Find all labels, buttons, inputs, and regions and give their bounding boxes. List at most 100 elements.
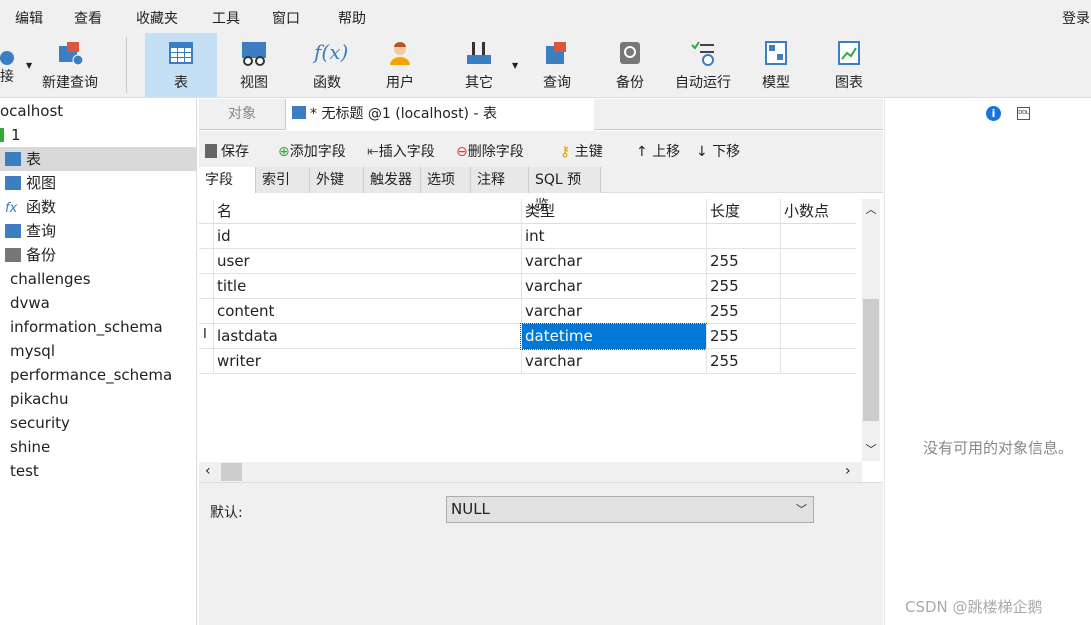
ddl-icon[interactable]: DDL: [1017, 107, 1030, 120]
tree-item[interactable]: 查询: [0, 219, 197, 243]
toolbar-model[interactable]: 模型: [740, 33, 812, 97]
column-name-header[interactable]: 名: [213, 199, 521, 224]
tab-2[interactable]: 外键: [310, 167, 364, 193]
cell[interactable]: [780, 349, 856, 374]
tab-4[interactable]: 选项: [421, 167, 471, 193]
cell[interactable]: varchar: [521, 249, 706, 274]
tree-item[interactable]: information_schema: [0, 315, 197, 339]
tab-6[interactable]: SQL 预览: [529, 167, 601, 214]
cell[interactable]: [780, 274, 856, 299]
scroll-left-icon[interactable]: ‹: [205, 463, 211, 479]
info-panel: i DDL 没有可用的对象信息。 CSDN @跳楼梯企鹅: [884, 99, 1091, 625]
tree-item[interactable]: 视图: [0, 171, 197, 195]
arrow-down-icon: ↓: [696, 144, 708, 160]
scroll-down-icon[interactable]: ﹀: [862, 441, 880, 457]
cell[interactable]: id: [213, 224, 521, 249]
table-row[interactable]: lastdata datetime 255 I: [199, 323, 856, 350]
cell[interactable]: datetime: [520, 323, 707, 350]
tree-item[interactable]: mysql: [0, 339, 197, 363]
cell[interactable]: 255: [706, 249, 780, 274]
tree-item[interactable]: pikachu: [0, 387, 197, 411]
cell[interactable]: varchar: [521, 274, 706, 299]
table-row[interactable]: content varchar 255: [199, 299, 856, 324]
cell[interactable]: [780, 249, 856, 274]
tree-item[interactable]: performance_schema: [0, 363, 197, 387]
cell[interactable]: user: [213, 249, 521, 274]
move-up-button[interactable]: ↑ 上移: [636, 141, 680, 161]
tree-item[interactable]: dvwa: [0, 291, 197, 315]
toolbar-function[interactable]: f(x) 函数: [291, 33, 363, 97]
cell[interactable]: [780, 224, 856, 249]
toolbar-query[interactable]: 查询: [521, 33, 593, 97]
toolbar-automation[interactable]: 自动运行: [667, 33, 739, 97]
cell[interactable]: [780, 324, 856, 349]
vertical-scrollbar[interactable]: ︿ ﹀: [862, 199, 880, 461]
insert-field-button[interactable]: ⇤插入字段: [367, 141, 435, 161]
tree-item[interactable]: ocalhost: [0, 99, 197, 123]
table-row[interactable]: title varchar 255: [199, 274, 856, 299]
column-decimals-header[interactable]: 小数点: [780, 199, 856, 224]
toolbar-user[interactable]: 用户: [364, 33, 436, 97]
cell[interactable]: 255: [706, 274, 780, 299]
tab-0[interactable]: 字段: [199, 167, 256, 193]
cell[interactable]: 255: [706, 324, 780, 349]
delete-field-button[interactable]: ⊖删除字段: [456, 141, 524, 161]
dropdown-arrow-icon[interactable]: ▼: [26, 61, 32, 70]
menu-edit[interactable]: 编辑: [15, 8, 43, 28]
toolbar-new-query[interactable]: 新建查询: [34, 33, 106, 97]
cell[interactable]: writer: [213, 349, 521, 374]
column-length-header[interactable]: 长度: [706, 199, 780, 224]
scroll-thumb[interactable]: [863, 299, 879, 421]
table-row[interactable]: user varchar 255: [199, 249, 856, 274]
cell[interactable]: 255: [706, 349, 780, 374]
menu-help[interactable]: 帮助: [338, 8, 366, 28]
scroll-right-icon[interactable]: ›: [845, 463, 851, 479]
table-row[interactable]: writer varchar 255: [199, 349, 856, 374]
tree-item[interactable]: challenges: [0, 267, 197, 291]
menu-favorites[interactable]: 收藏夹: [136, 8, 178, 28]
tree-item[interactable]: test: [0, 459, 197, 483]
tree-item[interactable]: 表: [0, 147, 197, 171]
toolbar-other[interactable]: 其它: [443, 33, 515, 97]
cell[interactable]: content: [213, 299, 521, 324]
dropdown-arrow-icon[interactable]: ▼: [512, 61, 518, 70]
query-icon: [5, 224, 21, 238]
scroll-thumb[interactable]: [221, 463, 242, 481]
tab-1[interactable]: 索引: [256, 167, 310, 193]
table-row[interactable]: id int: [199, 224, 856, 249]
tree-item[interactable]: 1: [0, 123, 197, 147]
cell[interactable]: varchar: [521, 349, 706, 374]
cell[interactable]: [780, 299, 856, 324]
column-type-header[interactable]: 类型: [521, 199, 706, 224]
add-field-button[interactable]: ⊕添加字段: [278, 141, 346, 161]
cell[interactable]: [706, 224, 780, 249]
tree-item[interactable]: fx 函数: [0, 195, 197, 219]
default-select[interactable]: NULL ﹀: [446, 496, 814, 523]
toolbar-table[interactable]: 表: [145, 33, 217, 97]
primary-key-button[interactable]: ⚷ 主键: [560, 141, 603, 161]
info-icon[interactable]: i: [986, 106, 1001, 121]
toolbar-chart[interactable]: 图表: [813, 33, 885, 97]
menu-tools[interactable]: 工具: [212, 8, 240, 28]
cell[interactable]: varchar: [521, 299, 706, 324]
menu-window[interactable]: 窗口: [272, 8, 300, 28]
horizontal-scrollbar[interactable]: ‹ ›: [199, 462, 862, 482]
tab-objects[interactable]: 对象: [199, 99, 286, 130]
tree-item[interactable]: 备份: [0, 243, 197, 267]
cell[interactable]: int: [521, 224, 706, 249]
tab-5[interactable]: 注释: [471, 167, 529, 193]
toolbar-backup[interactable]: 备份: [594, 33, 666, 97]
tab-table-design[interactable]: * 无标题 @1 (localhost) - 表: [286, 99, 594, 130]
tab-3[interactable]: 触发器: [364, 167, 421, 193]
scroll-up-icon[interactable]: ︿: [862, 201, 880, 217]
cell[interactable]: title: [213, 274, 521, 299]
move-down-button[interactable]: ↓ 下移: [696, 141, 740, 161]
cell[interactable]: 255: [706, 299, 780, 324]
login-button[interactable]: 登录: [1062, 8, 1090, 28]
tree-item[interactable]: security: [0, 411, 197, 435]
cell[interactable]: lastdata: [213, 324, 521, 349]
tree-item[interactable]: shine: [0, 435, 197, 459]
toolbar-view[interactable]: 视图: [218, 33, 290, 97]
menu-view[interactable]: 查看: [74, 8, 102, 28]
save-button[interactable]: 保存: [205, 141, 249, 161]
